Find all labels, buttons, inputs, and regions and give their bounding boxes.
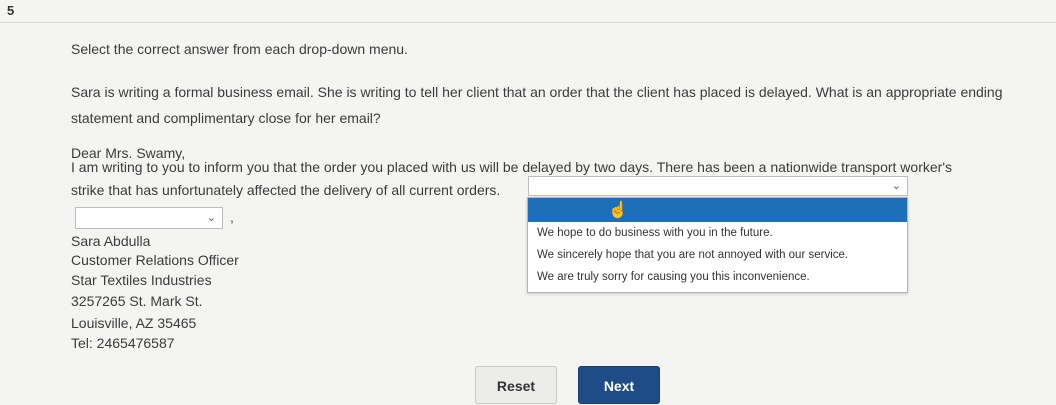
dropdown-option[interactable]: We sincerely hope that you are not annoy…: [528, 244, 907, 266]
signature-phone: Tel: 2465476587: [71, 335, 175, 351]
chevron-down-icon: ⌄: [891, 180, 901, 192]
signature-city: Louisville, AZ 35465: [71, 315, 197, 331]
dropdown-option[interactable]: We hope to do business with you in the f…: [528, 222, 907, 244]
instruction-text: Select the correct answer from each drop…: [71, 41, 408, 57]
question-number: 5: [7, 3, 15, 18]
signature-title: Customer Relations Officer: [71, 252, 239, 268]
signature-name: Sara Abdulla: [71, 233, 151, 249]
complimentary-close-dropdown[interactable]: ⌄: [75, 207, 223, 229]
email-body-line-1: I am writing to you to inform you that t…: [71, 159, 952, 175]
ending-statement-options: ☝ We hope to do business with you in the…: [527, 197, 908, 293]
next-button[interactable]: Next: [578, 366, 660, 404]
question-line-2: statement and complimentary close for he…: [71, 110, 381, 126]
header-divider: [0, 22, 1056, 23]
reset-button[interactable]: Reset: [475, 366, 557, 404]
email-body-line-2: strike that has unfortunately affected t…: [71, 182, 501, 198]
signature-address: 3257265 St. Mark St.: [71, 293, 203, 309]
dropdown-option[interactable]: We are truly sorry for causing you this …: [528, 266, 907, 288]
signature-company: Star Textiles Industries: [71, 272, 212, 288]
highlighted-option[interactable]: ☝: [528, 198, 907, 222]
close-comma: ,: [230, 209, 234, 225]
ending-statement-dropdown[interactable]: ⌄: [528, 176, 908, 196]
chevron-down-icon: ⌄: [206, 212, 216, 224]
hand-cursor-icon: ☝: [608, 202, 628, 219]
question-line-1: Sara is writing a formal business email.…: [71, 84, 1003, 100]
